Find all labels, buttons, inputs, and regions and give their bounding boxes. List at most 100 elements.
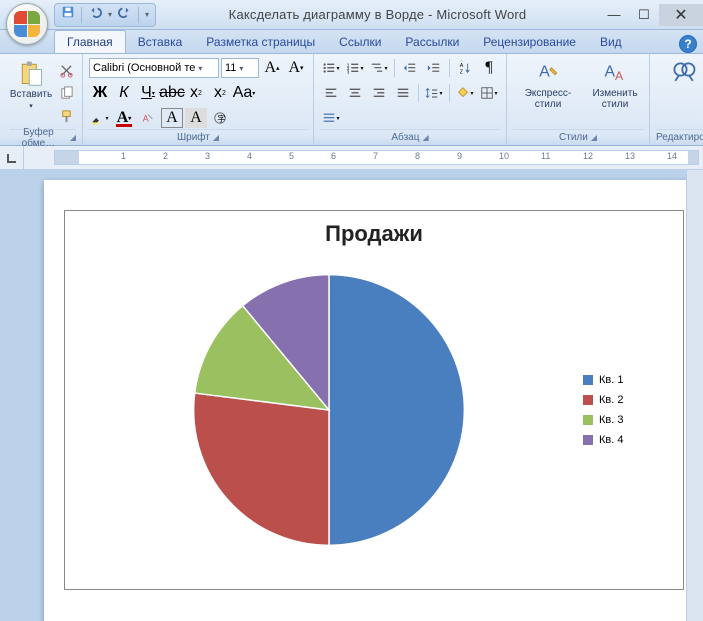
tab-review[interactable]: Рецензирование bbox=[471, 31, 588, 53]
legend-item[interactable]: Кв. 4 bbox=[583, 434, 673, 446]
undo-icon[interactable] bbox=[88, 5, 102, 24]
legend-swatch bbox=[583, 435, 593, 445]
close-button[interactable]: ✕ bbox=[659, 4, 703, 26]
chart-legend[interactable]: Кв. 1 Кв. 2 Кв. 3 Кв. 4 bbox=[583, 374, 673, 446]
vertical-scrollbar[interactable] bbox=[686, 170, 703, 621]
svg-text:3: 3 bbox=[347, 69, 350, 74]
justify-icon[interactable] bbox=[392, 83, 414, 103]
character-shading-icon[interactable]: A bbox=[185, 108, 207, 128]
font-color-icon[interactable]: A▾ bbox=[113, 108, 135, 128]
group-font: Calibri (Основной те▾ 11▾ A▴ A▾ Ж К Ч▾ a… bbox=[83, 54, 314, 145]
redo-icon[interactable] bbox=[118, 5, 132, 24]
format-painter-icon[interactable] bbox=[56, 106, 76, 126]
change-case-icon[interactable]: Aa▾ bbox=[233, 83, 255, 103]
tab-insert[interactable]: Вставка bbox=[126, 31, 195, 53]
superscript-icon[interactable]: x2 bbox=[209, 83, 231, 103]
copy-icon[interactable] bbox=[56, 83, 76, 103]
help-icon[interactable]: ? bbox=[679, 35, 697, 53]
svg-text:A: A bbox=[539, 64, 550, 81]
ribbon-tabs: Главная Вставка Разметка страницы Ссылки… bbox=[0, 30, 703, 54]
clipboard-launcher[interactable]: ◢ bbox=[70, 133, 76, 142]
tab-selector[interactable] bbox=[0, 146, 24, 169]
italic-icon[interactable]: К bbox=[113, 83, 135, 103]
horizontal-ruler[interactable]: 123456789101112131415 bbox=[54, 150, 699, 165]
enclose-char-icon[interactable]: 字 bbox=[209, 108, 231, 128]
clear-formatting-icon[interactable]: A bbox=[137, 108, 159, 128]
line-spacing-icon[interactable]: ▾ bbox=[423, 83, 445, 103]
align-left-icon[interactable] bbox=[320, 83, 342, 103]
minimize-button[interactable]: — bbox=[599, 4, 629, 26]
title-bar: ▾ ▾ Каксделать диаграмму в Ворде - Micro… bbox=[0, 0, 703, 30]
quick-styles-button[interactable]: A Экспресс-стили bbox=[513, 57, 583, 129]
qat-customize[interactable]: ▾ bbox=[145, 10, 149, 19]
shrink-font-icon[interactable]: A▾ bbox=[285, 58, 307, 78]
office-button[interactable] bbox=[6, 3, 52, 49]
decrease-indent-icon[interactable] bbox=[399, 58, 421, 78]
show-marks-icon[interactable]: ¶ bbox=[478, 58, 500, 78]
legend-label: Кв. 2 bbox=[599, 394, 623, 406]
pie-slice[interactable] bbox=[194, 393, 329, 545]
legend-label: Кв. 1 bbox=[599, 374, 623, 386]
legend-item[interactable]: Кв. 2 bbox=[583, 394, 673, 406]
group-paragraph: ▾ 123▾ ▾ AZ ¶ ▾ ▾ ▾ bbox=[314, 54, 507, 145]
sort-icon[interactable]: AZ bbox=[454, 58, 476, 78]
legend-label: Кв. 3 bbox=[599, 414, 623, 426]
pie-plot-area[interactable] bbox=[75, 265, 583, 555]
window-title: Каксделать диаграмму в Ворде - Microsoft… bbox=[156, 7, 599, 22]
legend-swatch bbox=[583, 415, 593, 425]
group-styles: A Экспресс-стили AA Изменить стили Стили… bbox=[507, 54, 650, 145]
highlight-icon[interactable]: ▾ bbox=[89, 108, 111, 128]
tab-references[interactable]: Ссылки bbox=[327, 31, 393, 53]
paste-button[interactable]: Вставить ▾ bbox=[10, 57, 52, 129]
legend-item[interactable]: Кв. 3 bbox=[583, 414, 673, 426]
asian-layout-icon[interactable]: ▾ bbox=[320, 108, 342, 128]
find-button[interactable] bbox=[656, 57, 703, 129]
change-styles-button[interactable]: AA Изменить стили bbox=[587, 57, 643, 129]
font-launcher[interactable]: ◢ bbox=[213, 133, 219, 142]
tab-home[interactable]: Главная bbox=[54, 30, 126, 53]
ruler-area: 123456789101112131415 bbox=[0, 146, 703, 170]
pie-slice[interactable] bbox=[329, 275, 464, 546]
maximize-button[interactable]: ☐ bbox=[629, 4, 659, 26]
tab-mailings[interactable]: Рассылки bbox=[393, 31, 471, 53]
tab-layout[interactable]: Разметка страницы bbox=[194, 31, 327, 53]
font-name-combo[interactable]: Calibri (Основной те▾ bbox=[89, 58, 219, 78]
page: Продажи Кв. 1 Кв. 2 Кв. 3 Кв. 4 bbox=[44, 180, 703, 621]
group-editing: Редактирование bbox=[650, 54, 703, 145]
grow-font-icon[interactable]: A▴ bbox=[261, 58, 283, 78]
window-controls: — ☐ ✕ bbox=[599, 4, 703, 26]
align-right-icon[interactable] bbox=[368, 83, 390, 103]
cut-icon[interactable] bbox=[56, 60, 76, 80]
chart-title[interactable]: Продажи bbox=[75, 221, 673, 247]
chart-object[interactable]: Продажи Кв. 1 Кв. 2 Кв. 3 Кв. 4 bbox=[64, 210, 684, 590]
quick-access-toolbar: ▾ ▾ bbox=[54, 3, 156, 27]
svg-text:A: A bbox=[615, 69, 624, 83]
undo-dropdown[interactable]: ▾ bbox=[108, 10, 112, 19]
svg-text:Z: Z bbox=[460, 69, 464, 75]
group-clipboard: Вставить ▾ Буфер обме…◢ bbox=[0, 54, 83, 145]
character-border-icon[interactable]: A bbox=[161, 108, 183, 128]
save-icon[interactable] bbox=[61, 5, 75, 24]
tab-view[interactable]: Вид bbox=[588, 31, 634, 53]
styles-launcher[interactable]: ◢ bbox=[591, 133, 597, 142]
paragraph-launcher[interactable]: ◢ bbox=[422, 133, 428, 142]
ribbon: Вставить ▾ Буфер обме…◢ Calibri (Основно… bbox=[0, 54, 703, 146]
bold-icon[interactable]: Ж bbox=[89, 83, 111, 103]
svg-text:A: A bbox=[460, 63, 464, 69]
document-area[interactable]: Продажи Кв. 1 Кв. 2 Кв. 3 Кв. 4 bbox=[0, 170, 703, 621]
strikethrough-icon[interactable]: abc bbox=[161, 83, 183, 103]
underline-icon[interactable]: Ч▾ bbox=[137, 83, 159, 103]
svg-text:字: 字 bbox=[217, 114, 225, 124]
svg-text:A: A bbox=[605, 64, 616, 81]
legend-label: Кв. 4 bbox=[599, 434, 623, 446]
increase-indent-icon[interactable] bbox=[423, 58, 445, 78]
numbering-icon[interactable]: 123▾ bbox=[344, 58, 366, 78]
multilevel-list-icon[interactable]: ▾ bbox=[368, 58, 390, 78]
shading-icon[interactable]: ▾ bbox=[454, 83, 476, 103]
subscript-icon[interactable]: x2 bbox=[185, 83, 207, 103]
font-size-combo[interactable]: 11▾ bbox=[221, 58, 259, 78]
bullets-icon[interactable]: ▾ bbox=[320, 58, 342, 78]
borders-icon[interactable]: ▾ bbox=[478, 83, 500, 103]
align-center-icon[interactable] bbox=[344, 83, 366, 103]
legend-item[interactable]: Кв. 1 bbox=[583, 374, 673, 386]
